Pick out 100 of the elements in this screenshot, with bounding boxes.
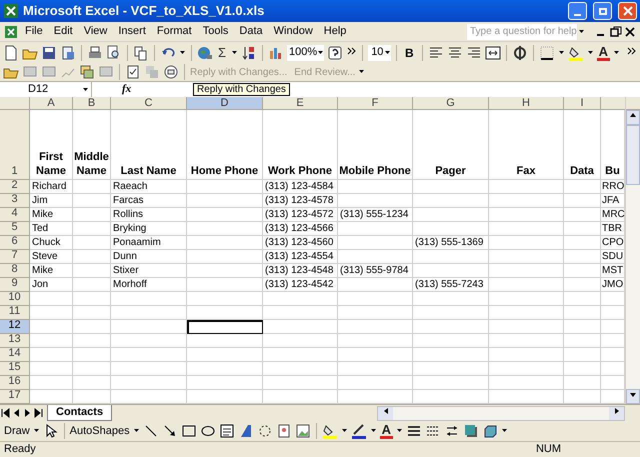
table-cell: [73, 278, 111, 292]
row-header[interactable]: 1: [0, 110, 30, 180]
arrow-icon[interactable]: [162, 423, 178, 439]
last-sheet-icon[interactable]: [33, 405, 44, 421]
printer-icon[interactable]: [87, 44, 103, 60]
menu-item[interactable]: Data: [234, 23, 268, 40]
cube-icon[interactable]: [482, 423, 498, 439]
function-label[interactable]: fx: [122, 81, 132, 98]
table-cell: Jon: [30, 278, 73, 292]
align-right-icon[interactable]: [466, 44, 482, 60]
row-header[interactable]: 3: [0, 194, 30, 208]
scroll-thumb[interactable]: [626, 125, 640, 185]
column-header[interactable]: C: [111, 97, 187, 110]
column-header[interactable]: A: [30, 97, 73, 110]
line-icon[interactable]: [142, 423, 159, 439]
align-left-icon[interactable]: [428, 44, 444, 60]
menu-item[interactable]: View: [78, 23, 112, 40]
minimize-button[interactable]: [568, 2, 587, 20]
row-header[interactable]: 11: [0, 306, 30, 320]
table-cell: Ponaamim: [111, 236, 187, 250]
row-header[interactable]: 9: [0, 278, 30, 292]
table-cell: [73, 236, 111, 250]
vertical-scrollbar[interactable]: [625, 97, 640, 404]
table-cell: [564, 348, 601, 362]
row-header[interactable]: 5: [0, 222, 30, 236]
column-heading: First Name: [30, 110, 73, 180]
table-cell: [73, 180, 111, 194]
picture-icon[interactable]: [294, 423, 311, 439]
bold-button[interactable]: B: [402, 44, 417, 62]
font-color-button[interactable]: A: [596, 44, 610, 60]
oval-icon[interactable]: [200, 423, 216, 439]
table-cell: [30, 306, 73, 320]
first-sheet-icon[interactable]: [0, 405, 11, 421]
horizontal-scrollbar[interactable]: [377, 406, 625, 420]
text-box-icon[interactable]: [218, 423, 235, 439]
table-cell: Morhoff: [111, 278, 187, 292]
autoshapes-menu-button[interactable]: AutoShapes: [70, 422, 130, 440]
table-cell: Mike: [30, 264, 73, 278]
table-cell: Farcas: [111, 194, 187, 208]
menu-item[interactable]: Format: [152, 23, 197, 40]
table-cell: [73, 334, 111, 348]
autosum-button[interactable]: Σ: [216, 42, 228, 62]
align-center-icon[interactable]: [446, 44, 463, 60]
help-search-field[interactable]: Type a question for help: [467, 24, 577, 40]
row-header[interactable]: 15: [0, 362, 30, 376]
menu-item[interactable]: Help: [318, 23, 352, 40]
fill-color-icon[interactable]: [568, 44, 584, 60]
menu-item[interactable]: Edit: [48, 23, 78, 40]
menu-item[interactable]: File: [20, 23, 48, 40]
checklist-icon[interactable]: [125, 64, 141, 80]
restore-icon[interactable]: [608, 24, 622, 40]
table-cell: [73, 306, 111, 320]
shadow-icon[interactable]: [463, 423, 479, 439]
copy-icon[interactable]: [133, 44, 149, 60]
table-cell: [564, 208, 601, 222]
row-header[interactable]: 13: [0, 334, 30, 348]
borders-icon[interactable]: [538, 44, 555, 60]
menu-item[interactable]: Window: [268, 23, 318, 40]
row-header[interactable]: 7: [0, 250, 30, 264]
font-size-field[interactable]: 10: [368, 44, 391, 60]
draw-menu-button[interactable]: Draw: [4, 422, 30, 440]
column-header[interactable]: F: [338, 97, 413, 110]
column-header[interactable]: H: [489, 97, 564, 110]
new-document-icon[interactable]: [3, 44, 19, 60]
globe-icon[interactable]: [197, 44, 213, 60]
arrow-style-icon[interactable]: [444, 423, 460, 439]
row-header[interactable]: 16: [0, 376, 30, 390]
row-header[interactable]: 17: [0, 390, 30, 404]
restore-button[interactable]: [593, 2, 612, 20]
table-cell: [73, 250, 111, 264]
line-color-icon[interactable]: [350, 423, 367, 439]
zoom-field[interactable]: 100%: [287, 44, 324, 60]
column-header[interactable]: I: [564, 97, 601, 110]
column-header[interactable]: E: [263, 97, 338, 110]
menu-item[interactable]: Tools: [198, 23, 234, 40]
column-header[interactable]: B: [73, 97, 111, 110]
selected-cell[interactable]: [187, 320, 263, 334]
font-color-button[interactable]: A: [380, 423, 393, 439]
table-cell: [73, 264, 111, 278]
rectangle-icon[interactable]: [180, 423, 197, 439]
merge-center-icon[interactable]: [484, 44, 501, 60]
column-header[interactable]: D: [187, 97, 263, 110]
row-header[interactable]: 10: [0, 292, 30, 306]
row-header[interactable]: 6: [0, 236, 30, 250]
sheet-tab[interactable]: Contacts: [47, 405, 112, 421]
save-icon[interactable]: [41, 44, 57, 60]
help-icon[interactable]: [327, 44, 344, 60]
table-cell: (313) 123-4572: [263, 208, 338, 222]
row-header[interactable]: 8: [0, 264, 30, 278]
table-cell: [564, 292, 601, 306]
table-cell: [73, 292, 111, 306]
row-header[interactable]: 14: [0, 348, 30, 362]
column-header[interactable]: G: [413, 97, 489, 110]
fill-color-icon[interactable]: [322, 423, 338, 439]
menu-item[interactable]: Insert: [113, 23, 151, 40]
stacked-pages-icon[interactable]: [79, 64, 95, 80]
row-header[interactable]: 4: [0, 208, 30, 222]
row-header[interactable]: 12: [0, 320, 30, 334]
document-icon[interactable]: [60, 44, 76, 60]
row-header[interactable]: 2: [0, 180, 30, 194]
